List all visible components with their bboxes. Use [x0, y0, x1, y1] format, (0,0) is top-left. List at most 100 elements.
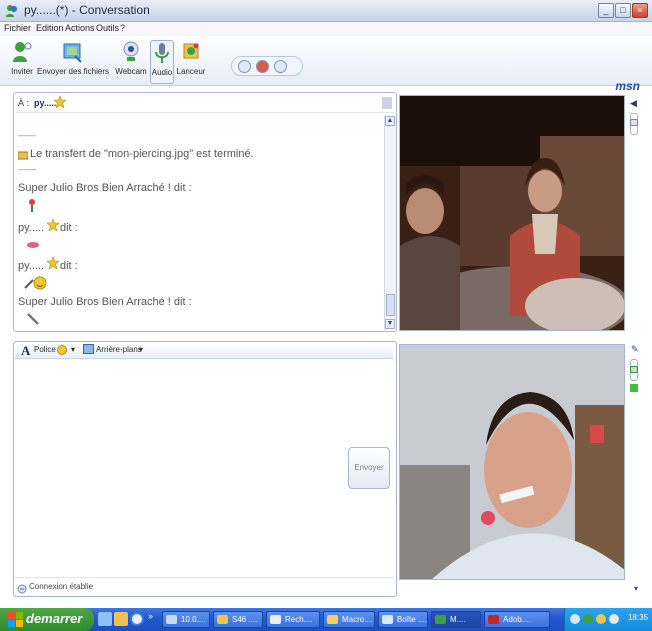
lips-emoticon-icon	[26, 240, 40, 252]
block-icon[interactable]	[256, 60, 269, 73]
taskbar-item[interactable]: Rech....	[266, 611, 320, 628]
taskbar-item-active[interactable]: M....	[431, 611, 481, 628]
contact-name[interactable]: py.....	[34, 98, 56, 108]
log-separator: ——	[18, 130, 36, 140]
speaker-volume-slider[interactable]	[630, 113, 638, 135]
star-icon	[54, 96, 66, 108]
maximize-button[interactable]: □	[615, 3, 631, 18]
smiley-emoticon-icon	[24, 276, 48, 293]
connection-status: Connexion établie	[29, 582, 94, 591]
scroll-up-icon[interactable]: ▲	[385, 116, 395, 126]
file-transfer-icon	[17, 150, 29, 160]
backgrounds-dropdown-icon[interactable]: ▾	[139, 345, 143, 354]
speaker-icon[interactable]: ◀	[630, 98, 637, 109]
to-label: À :	[18, 98, 30, 108]
invite-label: Inviter	[11, 67, 33, 76]
audio-button[interactable]: Audio	[150, 40, 174, 84]
message-log: —— Le transfert de "mon-piercing.jpg" es…	[17, 120, 378, 330]
pencil-icon[interactable]: ✎	[631, 344, 639, 355]
network-icon[interactable]	[570, 614, 580, 624]
toolbar: Inviter Envoyer des fichiers Webcam Audi…	[0, 36, 652, 93]
star-icon	[46, 256, 60, 272]
message-header: Super Julio Bros Bien Arraché ! dit :	[18, 182, 192, 194]
microphone-volume-slider[interactable]	[630, 359, 638, 381]
mic-volume-knob[interactable]	[630, 366, 638, 373]
background-icon	[83, 344, 94, 356]
scroll-down-icon[interactable]: ▼	[385, 319, 395, 329]
message-input[interactable]	[16, 361, 342, 575]
backgrounds-button[interactable]: Arrière-plans	[96, 345, 142, 354]
flower-emoticon-icon	[26, 198, 38, 215]
launcher-button[interactable]: Lanceur	[176, 40, 206, 76]
taskbar-item[interactable]: Macro....	[323, 611, 375, 628]
emoticon-button[interactable]	[57, 345, 67, 357]
close-button[interactable]: ×	[632, 3, 648, 18]
title-bar: py......(*) - Conversation _ □ ×	[0, 0, 652, 22]
invite-button[interactable]: Inviter	[4, 40, 40, 76]
menu-help[interactable]: ?	[120, 23, 125, 33]
volume-icon[interactable]	[609, 614, 619, 624]
launcher-label: Lanceur	[176, 67, 206, 76]
taskbar-item[interactable]: S46 ....	[213, 611, 263, 628]
scroll-thumb[interactable]	[386, 294, 395, 316]
message-sender: py.....	[18, 222, 45, 234]
send-files-label: Envoyer des fichiers	[36, 67, 110, 76]
menu-fichier[interactable]: Fichier	[4, 23, 31, 33]
emoticon-menu-icon[interactable]	[274, 60, 287, 73]
collapse-arrow-icon[interactable]: ▾	[634, 584, 638, 593]
menu-bar: Fichier Edition Actions Outils ?	[0, 22, 652, 36]
window-title: py......(*) - Conversation	[24, 3, 150, 17]
webcam-label: Webcam	[115, 67, 147, 76]
msn-buddy-icon	[6, 5, 17, 17]
msn-logo: msn	[615, 79, 640, 93]
volume-knob[interactable]	[630, 119, 638, 126]
send-files-button[interactable]: Envoyer des fichiers	[36, 40, 110, 76]
status-bar: Connexion établie	[15, 577, 393, 595]
message-says: dit :	[60, 222, 78, 234]
minimize-button[interactable]: _	[598, 3, 614, 18]
font-icon[interactable]: A	[21, 343, 30, 359]
games-icon[interactable]	[238, 60, 251, 73]
message-header: Super Julio Bros Bien Arraché ! dit :	[18, 296, 192, 308]
menu-edition[interactable]: Edition	[36, 23, 64, 33]
taskbar-item[interactable]: Boîte ....	[378, 611, 428, 628]
tool-emoticon-icon	[26, 312, 40, 329]
format-toolbar: A Police ▾ Arrière-plans ▾	[15, 343, 393, 359]
send-files-icon	[63, 43, 82, 63]
menu-outils[interactable]: Outils	[96, 23, 119, 33]
send-button[interactable]: Envoyer	[348, 447, 390, 489]
taskbar: demarrer » 10.0.... S46 .... Rech.... Ma…	[0, 608, 652, 631]
windows-logo-icon	[8, 612, 23, 627]
log-separator: ——	[18, 164, 36, 174]
internet-explorer-icon[interactable]	[130, 612, 144, 626]
message-scrollbar[interactable]: ▲ ▼	[384, 116, 396, 330]
webcam-icon	[123, 41, 139, 61]
clock: 18:35	[627, 613, 648, 622]
transfer-message: Le transfert de "mon-piercing.jpg" est t…	[30, 148, 254, 160]
taskbar-item[interactable]: 10.0....	[162, 611, 210, 628]
connection-icon	[17, 581, 27, 594]
font-button[interactable]: Police	[34, 345, 56, 354]
mic-level-indicator	[630, 384, 638, 392]
start-button[interactable]: demarrer	[0, 608, 94, 631]
audio-label: Audio	[151, 68, 173, 77]
quicklaunch-icon[interactable]	[114, 612, 128, 626]
contact-card-icon[interactable]	[382, 97, 392, 109]
message-says: dit :	[60, 260, 78, 272]
remote-video	[399, 95, 625, 331]
start-label: demarrer	[26, 611, 83, 626]
webcam-button[interactable]: Webcam	[113, 40, 149, 76]
activity-buttons	[231, 56, 303, 76]
msn-tray-icon[interactable]	[583, 614, 593, 624]
menu-actions[interactable]: Actions	[65, 23, 95, 33]
emoticon-dropdown-icon[interactable]: ▾	[71, 345, 75, 354]
to-bar: À : py.....	[16, 95, 394, 113]
launcher-icon	[183, 43, 199, 59]
taskbar-item[interactable]: Adob....	[484, 611, 550, 628]
quicklaunch-more-icon[interactable]: »	[148, 611, 153, 621]
self-video	[399, 344, 625, 580]
microphone-icon	[155, 43, 169, 63]
security-icon[interactable]	[596, 614, 606, 624]
star-icon	[46, 218, 60, 234]
desktop-icon[interactable]	[98, 612, 112, 626]
